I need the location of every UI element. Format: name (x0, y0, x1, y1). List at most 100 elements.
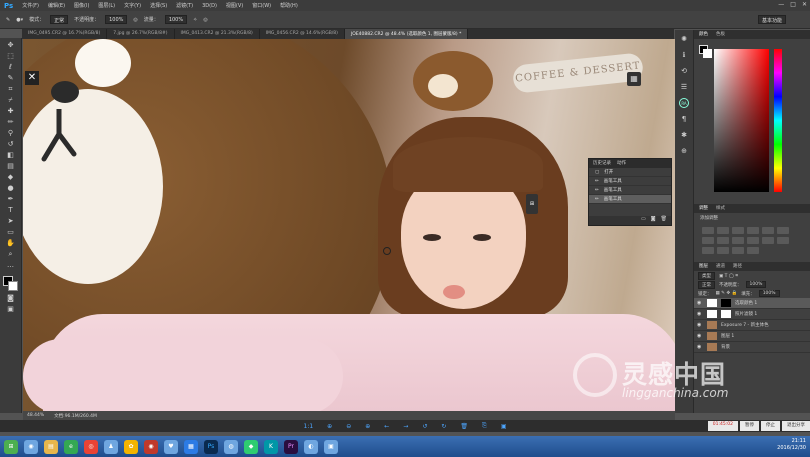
menu-view[interactable]: 视图(V) (226, 2, 243, 9)
marquee-tool-icon[interactable]: ⬚ (4, 52, 18, 61)
screenshot-tool-icon[interactable]: ⊞ (526, 194, 538, 214)
pressure-opacity-icon[interactable]: ◎ (133, 17, 137, 23)
qq-icon[interactable]: ♟ (104, 439, 118, 454)
visibility-eye-icon[interactable]: ◉ (697, 311, 703, 317)
color-balance-icon[interactable] (702, 237, 714, 244)
brush-settings-icon[interactable]: ✱ (679, 130, 689, 140)
tab-actions[interactable]: 动作 (617, 160, 626, 167)
menu-image[interactable]: 图像(I) (74, 2, 89, 9)
screen-mode-icon[interactable]: ▣ (4, 305, 18, 314)
exposure-icon[interactable] (747, 227, 759, 234)
color-field[interactable] (714, 49, 769, 192)
fill-input[interactable]: 100% (758, 290, 780, 297)
next-arrow-icon[interactable]: → (403, 423, 408, 430)
layer-row[interactable]: ◉ 选取颜色 1 (694, 298, 810, 309)
tab-history[interactable]: 历史记录 (593, 160, 611, 167)
tab-paths[interactable]: 路径 (733, 263, 742, 270)
zoom-in-icon[interactable]: ⊕ (327, 423, 332, 430)
app-icon[interactable]: ▦ (184, 439, 198, 454)
menu-3d[interactable]: 3D(D) (202, 3, 217, 9)
visibility-eye-icon[interactable]: ◉ (697, 300, 703, 306)
new-document-icon[interactable]: ▭ (641, 216, 646, 225)
document-tab[interactable]: IMG_0456.CR2 @ 14.6%(RGB/8) (260, 29, 345, 39)
brush-tool-icon[interactable]: ✎ (6, 17, 10, 23)
photoshop-taskbar-icon[interactable]: Ps (204, 439, 218, 454)
minimize-button[interactable]: — (778, 1, 784, 8)
menu-layer[interactable]: 图层(L) (98, 2, 115, 9)
background-swatch[interactable] (7, 281, 18, 291)
menu-edit[interactable]: 编辑(E) (48, 2, 65, 9)
blur-tool-icon[interactable]: ◆ (4, 173, 18, 182)
history-item[interactable]: ✏ 画笔工具 (589, 177, 671, 186)
properties-icon[interactable]: ☰ (679, 82, 689, 92)
browser-icon[interactable]: e (64, 439, 78, 454)
taskbar-app-icon[interactable]: ◉ (24, 439, 38, 454)
layer-row[interactable]: ◉ 背景 (694, 342, 810, 353)
tab-styles[interactable]: 样式 (716, 205, 725, 212)
quick-select-tool-icon[interactable]: ✎ (4, 74, 18, 83)
zoom-fit-icon[interactable]: ⊕ (365, 423, 370, 430)
tab-adjustments[interactable]: 调整 (699, 205, 708, 212)
zoom-out-icon[interactable]: ⊖ (346, 423, 351, 430)
layer-opacity-input[interactable]: 100% (745, 281, 767, 288)
brush-size-icon[interactable]: ●▾ (16, 17, 23, 23)
mask-thumbnail[interactable] (721, 310, 731, 318)
info-icon[interactable]: ℹ (679, 50, 689, 60)
start-button-icon[interactable]: ⊞ (4, 439, 18, 454)
brush-tool-icon[interactable]: ✏ (4, 118, 18, 127)
app-icon[interactable]: ▣ (324, 439, 338, 454)
workspace-select[interactable]: 基本功能 (757, 15, 786, 24)
pause-button[interactable]: 暂停 (740, 421, 759, 431)
actual-size-button[interactable]: 1:1 (304, 423, 314, 430)
quick-mask-icon[interactable]: ◙ (4, 294, 18, 303)
path-select-tool-icon[interactable]: ➤ (4, 217, 18, 226)
airbrush-icon[interactable]: ✧ (193, 17, 197, 23)
exit-share-button[interactable]: 退出分享 (782, 421, 810, 431)
image-canvas[interactable]: COFFEE & DESSERT ✕ ▦ ⊞ (23, 39, 675, 411)
flow-input[interactable]: 100% (164, 15, 188, 24)
mask-thumbnail[interactable] (721, 299, 731, 307)
gradient-tool-icon[interactable]: ▤ (4, 162, 18, 171)
snapshot-icon[interactable]: ◙ (651, 216, 656, 225)
levels-icon[interactable] (717, 227, 729, 234)
vibrance-icon[interactable] (762, 227, 774, 234)
shape-tool-icon[interactable]: ▭ (4, 228, 18, 237)
paragraph-icon[interactable]: ¶ (679, 114, 689, 124)
eyedropper-tool-icon[interactable]: ⌿ (4, 96, 18, 105)
posterize-icon[interactable] (702, 247, 714, 254)
app-icon[interactable]: ◆ (244, 439, 258, 454)
dodge-tool-icon[interactable]: ● (4, 184, 18, 193)
folder-icon[interactable]: ▤ (44, 439, 58, 454)
tab-layers[interactable]: 图层 (699, 263, 708, 270)
stamp-tool-icon[interactable]: ⚲ (4, 129, 18, 138)
hue-sat-icon[interactable] (777, 227, 789, 234)
document-tab[interactable]: 7.jpg @ 26.7%(RGB/8#) (107, 29, 175, 39)
history-item[interactable]: ✏ 画笔工具 (589, 186, 671, 195)
curves-icon[interactable] (732, 227, 744, 234)
clone-source-icon[interactable]: ⊕ (679, 146, 689, 156)
rotate-right-icon[interactable]: ↻ (441, 423, 446, 430)
k-app-icon[interactable]: K (264, 439, 278, 454)
visibility-eye-icon[interactable]: ◉ (697, 322, 703, 328)
black-white-icon[interactable] (717, 237, 729, 244)
layer-kind-select[interactable]: 类型 (698, 271, 715, 280)
crop-tool-icon[interactable]: ⌗ (4, 85, 18, 94)
color-lookup-icon[interactable] (762, 237, 774, 244)
previous-arrow-icon[interactable]: ← (384, 423, 389, 430)
app-icon[interactable]: ◐ (304, 439, 318, 454)
threshold-icon[interactable] (717, 247, 729, 254)
document-tab-active[interactable]: JOE40882.CR2 @ 48.4% (选取颜色 1, 图层蒙版/8) * (344, 29, 469, 39)
mode-select[interactable]: 正常 (50, 15, 69, 24)
hand-tool-icon[interactable]: ✋ (4, 239, 18, 248)
zoom-level[interactable]: 48.44% (27, 413, 44, 418)
type-tool-icon[interactable]: T (4, 206, 18, 215)
tab-channels[interactable]: 通道 (716, 263, 725, 270)
stop-button[interactable]: 停止 (761, 421, 780, 431)
weibo-icon[interactable]: ◉ (144, 439, 158, 454)
zoom-tool-icon[interactable]: ⌕ (4, 250, 18, 259)
eraser-tool-icon[interactable]: ◧ (4, 151, 18, 160)
tab-swatches[interactable]: 色板 (716, 31, 725, 38)
app-icon[interactable]: ✿ (124, 439, 138, 454)
history-brush-tool-icon[interactable]: ↺ (4, 140, 18, 149)
close-button[interactable]: ✕ (802, 1, 807, 8)
